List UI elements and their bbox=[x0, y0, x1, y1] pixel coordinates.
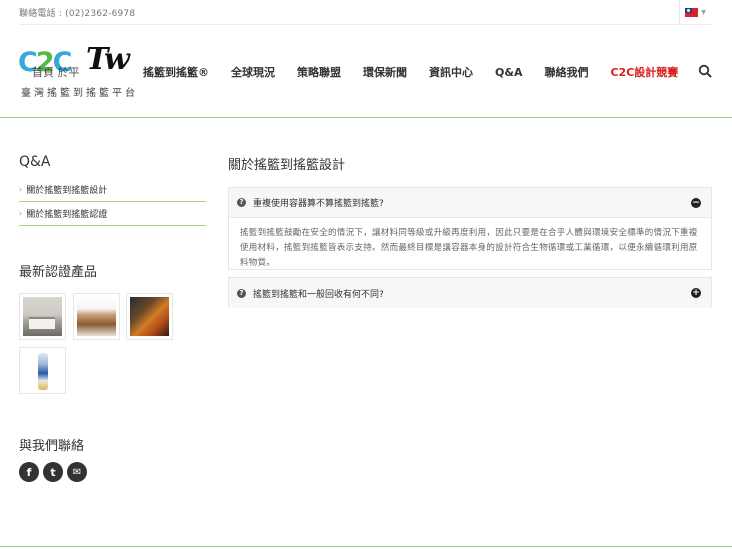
sidebar-title: Q&A bbox=[19, 154, 51, 170]
nav-item-contact[interactable]: 聯絡我們 bbox=[544, 64, 588, 80]
facebook-icon[interactable]: f bbox=[19, 462, 39, 482]
sidebar-menu: › 關於搖籃到搖籃設計 › 關於搖籃到搖籃認證 bbox=[19, 178, 206, 226]
sidebar-item-design[interactable]: › 關於搖籃到搖籃設計 bbox=[19, 178, 206, 202]
logo-tw: Tw bbox=[86, 42, 130, 77]
main-nav: 搖籃到搖籃® 全球現況 策略聯盟 環保新聞 資訊中心 Q&A 聯絡我們 C2C設… bbox=[143, 64, 700, 80]
taiwan-flag-icon bbox=[685, 7, 699, 17]
product-thumbnail[interactable] bbox=[126, 293, 173, 340]
logo-subtitle: 臺灣搖籃到搖籃平台 bbox=[21, 88, 138, 99]
nav-item-alliance[interactable]: 策略聯盟 bbox=[297, 64, 341, 80]
nav-item-c2c[interactable]: 搖籃到搖籃® bbox=[143, 64, 209, 80]
faq-question: 搖籃到搖籃和一般回收有何不同? bbox=[253, 289, 384, 300]
faq-question-header[interactable]: ? 重複使用容器算不算搖籃到搖籃? − bbox=[229, 188, 711, 218]
product-thumbnail[interactable] bbox=[19, 347, 66, 394]
email-icon[interactable]: ✉ bbox=[67, 462, 87, 482]
product-thumbnail[interactable] bbox=[73, 293, 120, 340]
nav-item-info[interactable]: 資訊中心 bbox=[429, 64, 473, 80]
footer-divider bbox=[0, 546, 732, 547]
sidebar-item-label: 關於搖籃到搖籃設計 bbox=[26, 186, 108, 196]
question-icon: ? bbox=[237, 198, 246, 207]
faq-question: 重複使用容器算不算搖籃到搖籃? bbox=[253, 199, 384, 209]
language-selector[interactable]: ▼ bbox=[679, 0, 711, 24]
nav-item-news[interactable]: 環保新聞 bbox=[363, 64, 407, 80]
faq-item: ? 重複使用容器算不算搖籃到搖籃? − 搖籃到搖籃鼓勵在安全的情況下，讓材料同等… bbox=[228, 187, 712, 270]
header-divider bbox=[0, 117, 732, 118]
nav-item-global[interactable]: 全球現況 bbox=[231, 64, 275, 80]
chevron-right-icon: › bbox=[19, 209, 23, 218]
faq-question-header[interactable]: ? 搖籃到搖籃和一般回收有何不同? + bbox=[229, 278, 711, 308]
search-icon[interactable] bbox=[698, 64, 712, 78]
top-divider bbox=[19, 24, 712, 25]
twitter-icon[interactable]: t bbox=[43, 462, 63, 482]
chevron-down-icon: ▼ bbox=[701, 8, 706, 16]
page-title: 關於搖籃到搖籃設計 bbox=[228, 158, 346, 173]
faq-item: ? 搖籃到搖籃和一般回收有何不同? + bbox=[228, 277, 712, 308]
collapse-icon[interactable]: − bbox=[691, 198, 701, 208]
sidebar-item-label: 關於搖籃到搖籃認證 bbox=[26, 210, 108, 220]
faq-answer: 搖籃到搖籃鼓勵在安全的情況下，讓材料同等級或升級再度利用，因此只要是在合乎人體與… bbox=[240, 228, 698, 268]
contact-phone: 聯絡電話 : (02)2362-6978 bbox=[19, 9, 136, 19]
expand-icon[interactable]: + bbox=[691, 288, 701, 298]
top-bar: 聯絡電話 : (02)2362-6978 ▼ bbox=[0, 0, 732, 24]
products-title: 最新認證產品 bbox=[19, 265, 98, 280]
logo-overlap-text: 首頁 於平 bbox=[32, 66, 80, 79]
sidebar-item-certification[interactable]: › 關於搖籃到搖籃認證 bbox=[19, 202, 206, 226]
site-logo[interactable]: C2C 首頁 於平 Tw 臺灣搖籃到搖籃平台 bbox=[18, 44, 143, 100]
nav-item-qa[interactable]: Q&A bbox=[495, 66, 522, 79]
product-thumbnail[interactable] bbox=[19, 293, 66, 340]
question-icon: ? bbox=[237, 288, 246, 298]
contact-title: 與我們聯絡 bbox=[19, 439, 85, 454]
nav-item-competition[interactable]: C2C設計競賽 bbox=[610, 64, 678, 80]
chevron-right-icon: › bbox=[19, 185, 23, 194]
